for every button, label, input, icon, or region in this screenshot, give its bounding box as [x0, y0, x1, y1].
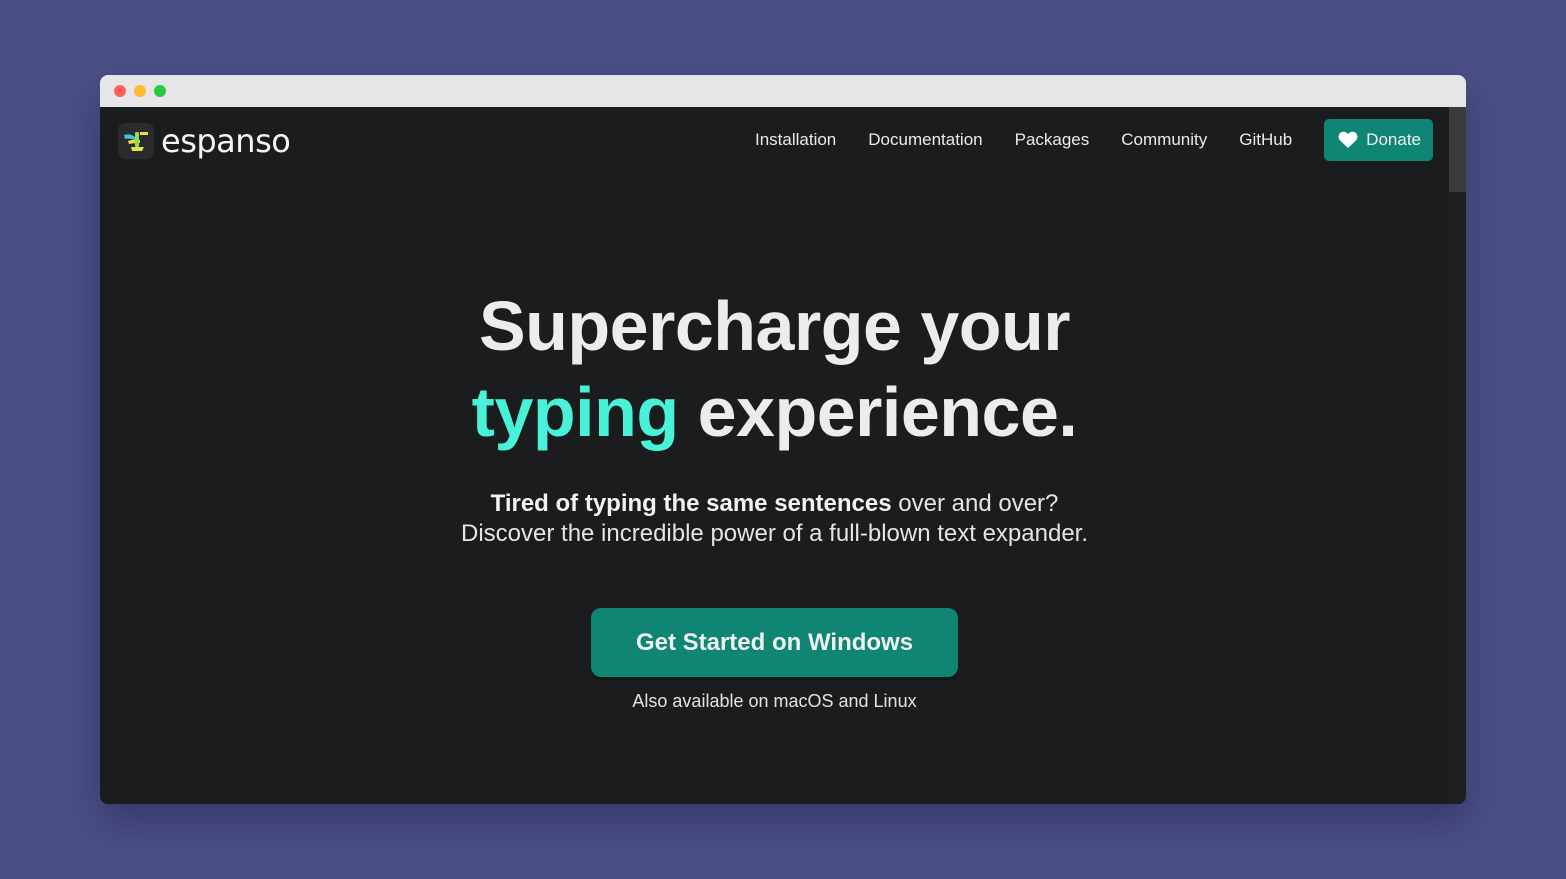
nav-packages[interactable]: Packages — [1015, 119, 1090, 161]
nav-community[interactable]: Community — [1121, 119, 1207, 161]
top-navigation: Installation Documentation Packages Comm… — [755, 119, 1433, 161]
window-titlebar — [100, 75, 1466, 107]
hero-section: Supercharge your typing experience. Tire… — [100, 107, 1449, 804]
espanso-logo-icon — [118, 123, 154, 159]
browser-window: Supercharge your typing experience. Tire… — [100, 75, 1466, 804]
nav-github[interactable]: GitHub — [1239, 119, 1292, 161]
headline-line-2-rest: experience. — [697, 373, 1078, 451]
subtitle-bold: Tired of typing the same sentences — [490, 490, 892, 517]
maximize-window-button[interactable] — [154, 85, 166, 97]
subtitle-normal: over and over? — [898, 490, 1059, 517]
nav-documentation[interactable]: Documentation — [868, 119, 982, 161]
headline-line-1: Supercharge your — [478, 287, 1071, 365]
scrollbar-thumb[interactable] — [1449, 107, 1466, 192]
hero-headline: Supercharge your typing experience. — [100, 283, 1449, 455]
get-started-button[interactable]: Get Started on Windows — [591, 608, 958, 677]
hero-subtitle: Tired of typing the same sentences over … — [100, 489, 1449, 549]
headline-accent-word: typing — [471, 373, 679, 451]
brand-logo[interactable]: espanso — [118, 122, 291, 160]
subtitle-line-2: Discover the incredible power of a full-… — [461, 520, 1088, 547]
nav-installation[interactable]: Installation — [755, 119, 836, 161]
close-window-button[interactable] — [114, 85, 126, 97]
minimize-window-button[interactable] — [134, 85, 146, 97]
donate-label: Donate — [1366, 130, 1421, 149]
donate-button[interactable]: Donate — [1324, 119, 1433, 161]
heart-icon — [1338, 131, 1358, 148]
page-viewport: Supercharge your typing experience. Tire… — [100, 107, 1466, 804]
page-scrollbar[interactable] — [1449, 107, 1466, 804]
also-available-text: Also available on macOS and Linux — [632, 691, 917, 711]
brand-name: espanso — [161, 122, 291, 160]
